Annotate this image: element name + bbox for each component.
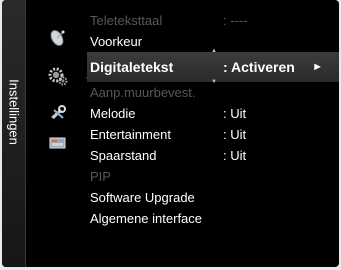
menu-item-pip: PIP [90, 166, 339, 187]
menu-item-spaarstand[interactable]: Spaarstand : Uit [90, 145, 339, 166]
settings-menu-list: Teleteksttaal : ---- Voorkeur ▲ Digitale… [87, 10, 339, 229]
wrench-tools-icon[interactable] [48, 103, 68, 123]
menu-item-label: Digitaletekst [90, 59, 174, 75]
settings-side-tab[interactable]: Instellingen [2, 0, 26, 267]
menu-item-teleteksttaal: Teleteksttaal : ---- [90, 10, 339, 31]
menu-item-value: : Uit [223, 148, 247, 163]
submenu-arrow-icon: ► [312, 61, 323, 73]
menu-item-aanp-muurbevest: ▼ Aanp.muurbevest. [90, 79, 339, 103]
satellite-dish-icon[interactable] [48, 28, 68, 48]
scroll-down-caret-icon: ▼ [211, 79, 217, 85]
menu-item-value: : Uit [223, 127, 247, 142]
menu-item-value: : Uit [223, 106, 247, 121]
menu-item-label: Spaarstand [90, 148, 157, 163]
menu-item-label: Algemene interface [90, 211, 203, 226]
menu-item-digitaletekst[interactable]: Digitaletekst : Activeren ► [87, 52, 339, 82]
category-icon-column [25, 0, 83, 267]
menu-item-melodie[interactable]: Melodie : Uit [90, 103, 339, 124]
settings-gears-icon[interactable] [48, 66, 68, 86]
menu-item-voorkeur[interactable]: Voorkeur ▲ [90, 31, 339, 54]
menu-item-label: Melodie [90, 106, 136, 121]
menu-item-algemene-interface[interactable]: Algemene interface [90, 208, 339, 229]
menu-item-label: Teleteksttaal [90, 13, 163, 28]
menu-item-software-upgrade[interactable]: Software Upgrade [90, 187, 339, 208]
menu-item-value: : ---- [223, 13, 248, 28]
menu-item-label: Voorkeur [90, 34, 143, 49]
menu-item-label: Entertainment [90, 127, 171, 142]
menu-item-label: Aanp.muurbevest. [90, 85, 196, 100]
menu-item-label: Software Upgrade [90, 190, 195, 205]
side-tab-label: Instellingen [6, 79, 21, 145]
menu-item-label: PIP [90, 169, 111, 184]
settings-menu-window: Instellingen ◂ Teleteksttaal : ---- Voor… [2, 0, 339, 267]
input-source-icon[interactable] [48, 133, 68, 153]
menu-item-entertainment[interactable]: Entertainment : Uit [90, 124, 339, 145]
menu-item-value: : Activeren [223, 59, 295, 75]
